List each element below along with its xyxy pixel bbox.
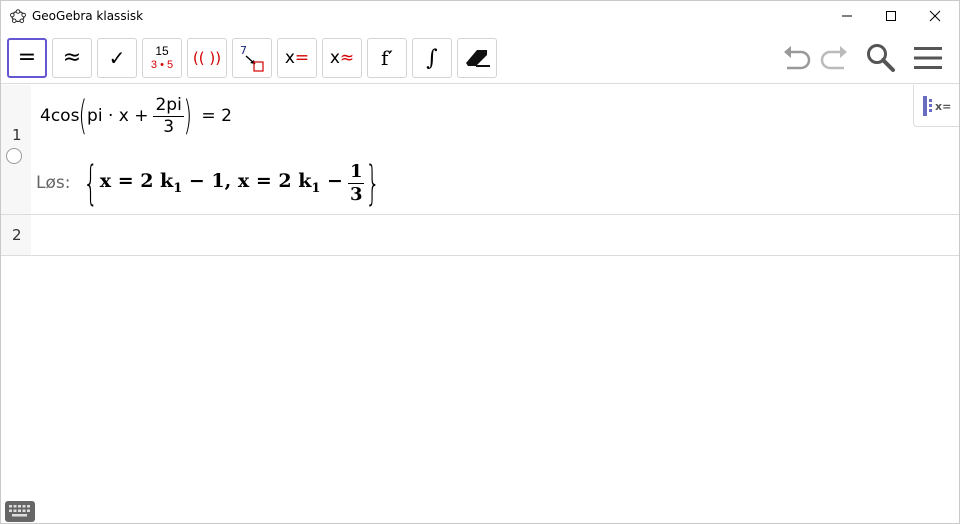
factor-icon-bottom: 3 • 5	[150, 59, 174, 71]
row-number: 1	[12, 126, 22, 144]
app-window: GeoGebra klassisk = ≈ ✓ 15 3 • 5 (( )) 7…	[0, 0, 960, 524]
close-icon	[929, 10, 941, 22]
solution-text-2: − 1, x = 2 k	[182, 170, 312, 193]
window-title: GeoGebra klassisk	[32, 9, 144, 23]
evaluate-tool-button[interactable]: =	[7, 38, 47, 78]
geogebra-logo-icon	[10, 9, 26, 24]
undo-button[interactable]	[779, 40, 815, 76]
evaluate-icon: =	[17, 45, 37, 70]
checkmark-icon: ✓	[108, 46, 126, 70]
svg-text:x=: x=	[935, 100, 951, 113]
show-object-toggle[interactable]	[6, 148, 22, 164]
redo-button[interactable]	[816, 40, 852, 76]
solve-icon: x=	[284, 48, 310, 68]
undo-icon	[784, 46, 811, 70]
input-fraction-denominator: 3	[163, 116, 175, 137]
maximize-icon	[886, 11, 896, 21]
minimize-icon	[842, 15, 852, 17]
delete-tool-button[interactable]	[457, 38, 497, 78]
open-brace: {	[83, 156, 99, 210]
numeric-tool-button[interactable]: ≈	[52, 38, 92, 78]
hamburger-menu-icon	[914, 47, 942, 69]
input-rhs: = 2	[201, 106, 232, 126]
solution-part-1: x = 2 k1 − 1, x = 2 k1 −	[100, 170, 343, 196]
search-button[interactable]	[863, 40, 899, 76]
input-inner: pi · x +	[87, 106, 149, 126]
svg-text:7: 7	[240, 44, 247, 57]
row-number: 2	[12, 226, 22, 244]
substitute-tool-button[interactable]: 7	[232, 38, 272, 78]
close-brace: }	[365, 156, 381, 210]
derivative-tool-button[interactable]: f′	[367, 38, 407, 78]
input-function: 4cos	[40, 106, 80, 126]
solution-fraction: 1 3	[347, 160, 365, 205]
keep-input-tool-button[interactable]: ✓	[97, 38, 137, 78]
algebra-toggle-icon: x=	[922, 95, 951, 116]
solution-fraction-numerator: 1	[347, 160, 365, 184]
solve-tool-button[interactable]: x=	[277, 38, 317, 78]
row-input-expression[interactable]: 4cos ( pi · x + 2pi 3 ) = 2	[40, 91, 232, 141]
main-menu-button[interactable]	[910, 40, 946, 76]
input-fraction-numerator: 2pi	[153, 94, 184, 117]
solve-numeric-icon: x≈	[329, 48, 355, 68]
solution-text-1: x = 2 k	[99, 170, 174, 193]
cas-toolbar: = ≈ ✓ 15 3 • 5 (( )) 7 x= x≈ f′ ∫	[1, 32, 959, 84]
row-number-cell[interactable]: 1	[1, 85, 31, 214]
eraser-icon	[466, 50, 490, 67]
algebra-view-toggle[interactable]: x=	[913, 85, 959, 127]
solve-numeric-tool-button[interactable]: x≈	[322, 38, 362, 78]
search-icon	[867, 44, 895, 72]
minimize-button[interactable]	[824, 1, 870, 31]
virtual-keyboard-button[interactable]	[5, 501, 35, 522]
factor-tool-button[interactable]: 15 3 • 5	[142, 38, 182, 78]
numeric-icon: ≈	[62, 45, 82, 70]
cas-row-1[interactable]: 1 4cos ( pi · x + 2pi 3 ) = 2 Løs: { x =…	[1, 85, 959, 215]
row-number-cell[interactable]: 2	[1, 215, 31, 255]
row-output: Løs: { x = 2 k1 − 1, x = 2 k1 − 1 3 }	[36, 155, 382, 211]
title-bar: GeoGebra klassisk	[1, 1, 959, 31]
cas-row-2[interactable]: 2	[1, 215, 959, 256]
input-fraction: 2pi 3	[153, 94, 184, 137]
solution-fraction-denominator: 3	[349, 183, 363, 205]
expand-icon: (( ))	[192, 49, 222, 67]
factor-icon-top: 15	[155, 44, 169, 58]
derivative-icon: f′	[381, 46, 393, 70]
open-paren: (	[78, 93, 88, 139]
output-label: Løs:	[36, 173, 71, 193]
expand-tool-button[interactable]: (( ))	[187, 38, 227, 78]
maximize-button[interactable]	[868, 1, 914, 31]
solution-text-3: −	[320, 170, 343, 193]
redo-icon	[820, 46, 847, 70]
substitute-icon: 7	[240, 44, 264, 72]
integral-icon: ∫	[426, 45, 438, 71]
close-button[interactable]	[912, 1, 958, 31]
keyboard-icon	[9, 505, 30, 517]
integral-tool-button[interactable]: ∫	[412, 38, 452, 78]
solution-subscript-1: 1	[173, 180, 183, 196]
close-paren: )	[183, 93, 192, 139]
